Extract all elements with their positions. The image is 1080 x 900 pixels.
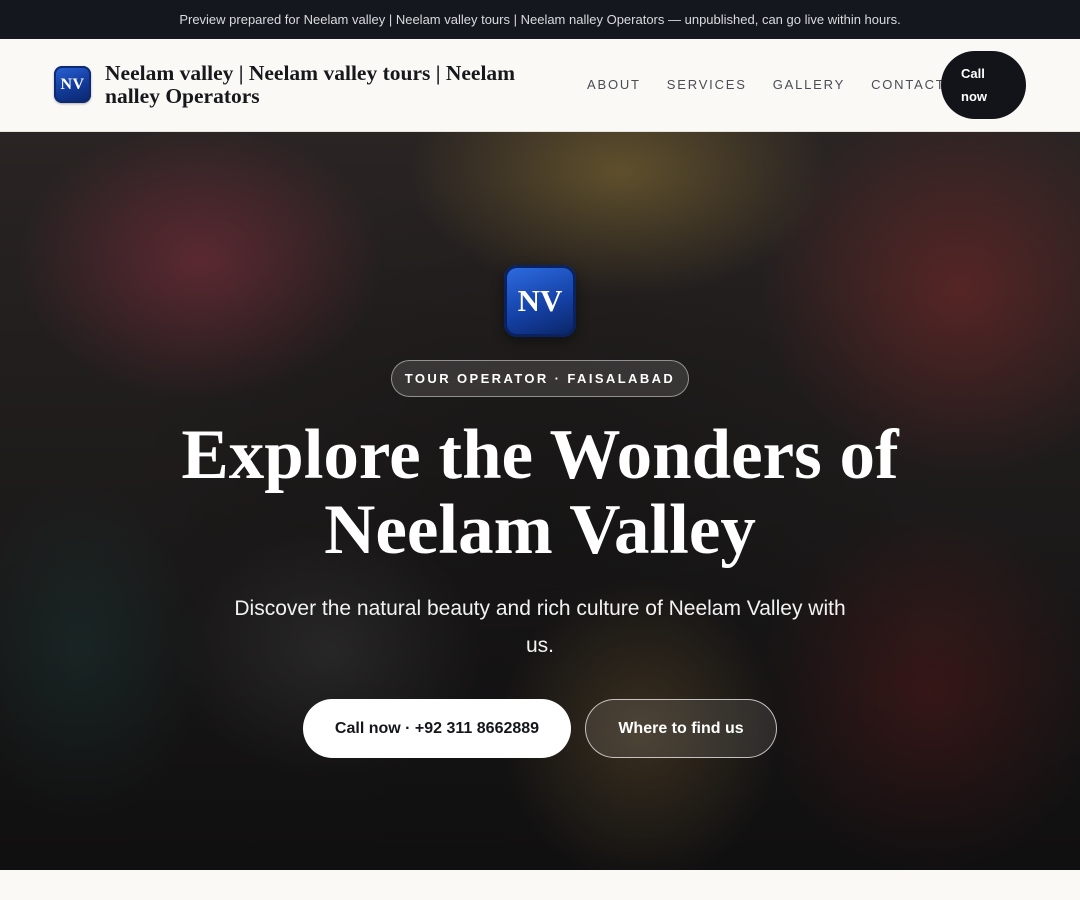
brand-logo[interactable]: NV [54, 66, 91, 103]
main-nav: ABOUT SERVICES GALLERY CONTACT [587, 77, 946, 93]
preview-banner-text: Preview prepared for Neelam valley | Nee… [179, 12, 901, 27]
header-call-button[interactable]: Call now [941, 51, 1026, 119]
where-to-find-us-button[interactable]: Where to find us [585, 699, 777, 758]
hero-title: Explore the Wonders of Neelam Valley [181, 416, 899, 569]
preview-banner: Preview prepared for Neelam valley | Nee… [0, 0, 1080, 39]
next-section [0, 870, 1080, 900]
hero-kicker-badge: TOUR OPERATOR · FAISALABAD [391, 360, 689, 397]
brand-name[interactable]: Neelam valley | Neelam valley tours | Ne… [105, 62, 565, 108]
hero-section: NV TOUR OPERATOR · FAISALABAD Explore th… [0, 132, 1080, 870]
nav-link-services[interactable]: SERVICES [667, 77, 747, 93]
hero-logo: NV [504, 265, 576, 337]
hero-subtitle: Discover the natural beauty and rich cul… [234, 597, 846, 657]
call-now-button[interactable]: Call now · +92 311 8662889 [303, 699, 571, 758]
nav-link-contact[interactable]: CONTACT [871, 77, 945, 93]
nav-link-gallery[interactable]: GALLERY [773, 77, 845, 93]
nav-link-about[interactable]: ABOUT [587, 77, 641, 93]
site-header: NV Neelam valley | Neelam valley tours |… [0, 39, 1080, 132]
